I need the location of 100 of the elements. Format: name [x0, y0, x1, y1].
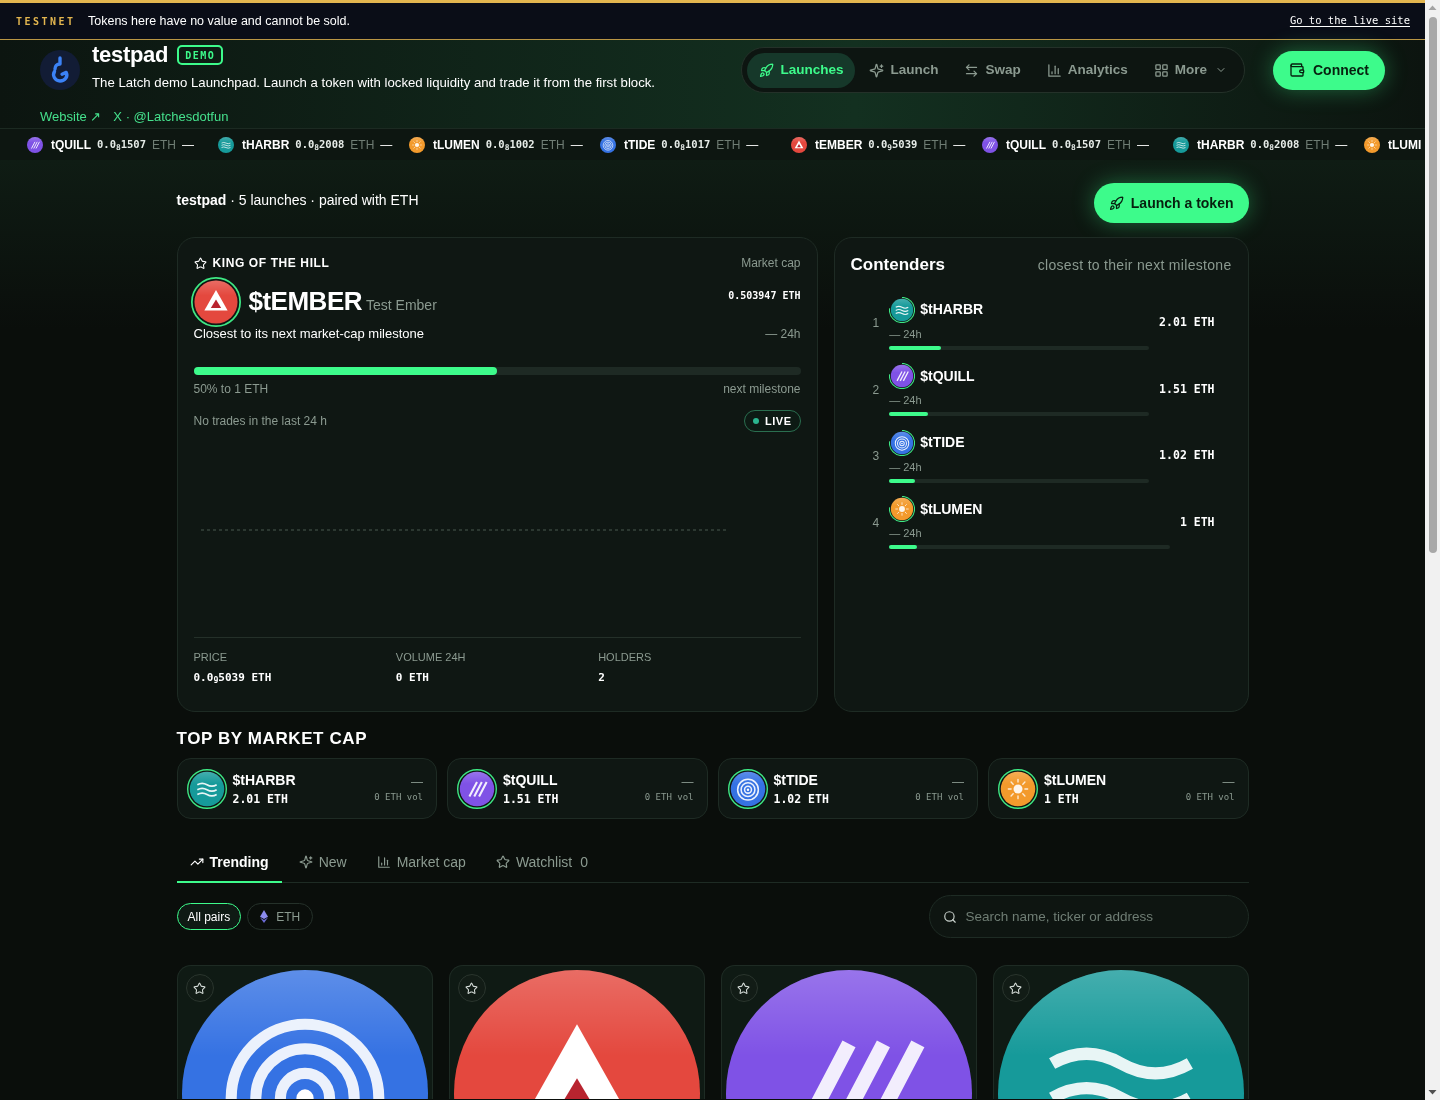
top-token-card[interactable]: $tQUILL 1.51 ETH — 0 ETH vol: [447, 758, 708, 819]
star-icon: [193, 981, 206, 995]
token-ticker: $tQUILL: [503, 771, 558, 789]
token-price: 0.0$_{8}$1002: [485, 136, 535, 153]
stripes-token-icon: [457, 768, 497, 809]
launch-token-button[interactable]: Launch a token: [1093, 183, 1249, 223]
token-ticker: $tHARBR: [232, 771, 296, 789]
status-dot-icon: [753, 418, 760, 424]
price-change: —: [746, 136, 759, 154]
stat-label: PRICE: [193, 650, 228, 664]
stat-value: 0 ETH: [395, 671, 429, 685]
price-change: — 24h: [889, 327, 922, 340]
sun-token-icon: [998, 768, 1038, 809]
star-icon: [1009, 981, 1022, 995]
x-profile-link[interactable]: X · @Latchesdotfun: [113, 110, 229, 124]
token-price: 0.0$_{8}$1507: [97, 136, 146, 153]
search-field[interactable]: Search name, ticker or address: [928, 895, 1249, 938]
top-token-card[interactable]: $tTIDE 1.02 ETH — 0 ETH vol: [717, 758, 978, 819]
rank-number: 2: [872, 381, 880, 399]
section-heading: KING OF THE HILL: [212, 255, 330, 272]
launches-tab[interactable]: Launches: [747, 52, 856, 88]
ticker-symbol[interactable]: tHARBR: [242, 135, 290, 154]
demo-badge: DEMO: [177, 45, 224, 65]
volume-label: 0 ETH vol: [1185, 790, 1235, 803]
ticker-symbol[interactable]: tLUMI: [1388, 135, 1422, 154]
rank-number: 3: [872, 448, 880, 465]
ethereum-icon: [260, 910, 269, 923]
website-link[interactable]: Website ↗: [40, 110, 102, 124]
rings-token-icon: [600, 136, 616, 153]
ticker-symbol[interactable]: tLUMEN: [433, 135, 480, 154]
search-icon: [942, 909, 957, 924]
price-unit: ETH: [1305, 136, 1330, 154]
price-unit: ETH: [1107, 136, 1131, 154]
watchlist-star-button[interactable]: [185, 974, 214, 1002]
top-token-card[interactable]: $tHARBR 2.01 ETH — 0 ETH vol: [176, 758, 437, 819]
rings-token-icon: [889, 429, 916, 456]
token-ticker: $tTIDE: [773, 771, 818, 789]
price-change: —: [953, 136, 966, 154]
stat-value: 2: [598, 671, 605, 685]
status-label: LIVE: [765, 413, 792, 429]
volume-label: 0 ETH vol: [644, 790, 694, 803]
market-cap-label: Market cap: [741, 255, 801, 272]
token-ticker: $tHARBR: [920, 300, 984, 319]
watchlist-star-button[interactable]: [457, 974, 486, 1002]
watchlist-star-button[interactable]: [729, 974, 758, 1002]
watchlist-tab[interactable]: Watchlist 0: [482, 843, 601, 883]
wallet-icon: [1289, 62, 1305, 78]
bar-chart-icon: [1046, 62, 1062, 78]
scrollbar[interactable]: [1425, 0, 1440, 1100]
ticker-symbol[interactable]: tHARBR: [1197, 135, 1245, 154]
king-of-the-hill-card[interactable]: [176, 237, 818, 712]
ticker-symbol[interactable]: tQUILL: [51, 135, 91, 154]
progress-label: 50% to 1 ETH: [193, 381, 269, 398]
ticker-symbol[interactable]: tTIDE: [624, 135, 656, 154]
top-token-card[interactable]: $tLUMEN 1 ETH — 0 ETH vol: [988, 758, 1249, 819]
stripes-token-icon: [889, 363, 916, 389]
site-description: The Latch demo Launchpad. Launch a token with locked liquidity and trade it from the first block.: [92, 76, 655, 90]
market-cap-value: 1 ETH: [1044, 792, 1079, 806]
stat-label: HOLDERS: [598, 650, 652, 664]
watchlist-star-button[interactable]: [1001, 974, 1030, 1002]
pair-filter-chip[interactable]: All pairs: [176, 903, 242, 930]
swap-arrows-icon: [964, 62, 980, 78]
ticker-symbol[interactable]: tQUILL: [1006, 135, 1046, 154]
sparkle-icon: [298, 855, 313, 869]
scrollbar-thumb[interactable]: [1428, 17, 1437, 553]
token-ticker: $tLUMEN: [920, 499, 983, 519]
milestone-label: next milestone: [723, 381, 801, 398]
rocket-icon: [1108, 195, 1124, 211]
market-cap-tab[interactable]: Market cap: [363, 843, 479, 883]
price-change: —: [952, 774, 964, 789]
token-ticker: $tLUMEN: [1044, 771, 1107, 789]
swap-tab[interactable]: Swap: [952, 52, 1033, 88]
market-cap-value: 0.503947 ETH: [728, 289, 801, 303]
volume-label: 0 ETH vol: [374, 790, 423, 803]
sparkle-icon: [869, 62, 885, 78]
trending-tab[interactable]: Trending: [176, 843, 282, 883]
launch-tab[interactable]: Launch: [857, 52, 951, 88]
price-unit: ETH: [152, 136, 176, 154]
star-icon: [465, 981, 478, 995]
token-price: 0.0$_{8}$2008: [1250, 136, 1300, 153]
live-site-link[interactable]: Go to the live site: [1289, 13, 1410, 29]
star-icon: [193, 256, 207, 270]
trades-note: No trades in the last 24 h: [193, 413, 327, 430]
token-ticker: $tQUILL: [920, 366, 975, 386]
price-change: —: [1137, 136, 1149, 154]
price-change: — 24h: [889, 460, 922, 473]
new-tab[interactable]: New: [285, 843, 360, 883]
bar-chart-icon: [376, 855, 391, 869]
analytics-tab[interactable]: Analytics: [1034, 52, 1140, 88]
launch-summary: testpad · 5 launches · paired with ETH: [176, 192, 419, 208]
connect-button[interactable]: Connect: [1273, 50, 1385, 90]
price-change: —: [1222, 774, 1235, 789]
banner-message: Tokens here have no value and cannot be sold.: [88, 12, 350, 30]
testnet-label: TESTNET: [16, 14, 77, 29]
sun-token-icon: [1364, 136, 1380, 153]
more-menu-button[interactable]: More: [1141, 52, 1239, 88]
price-unit: ETH: [923, 136, 948, 154]
ticker-symbol[interactable]: tEMBER: [815, 135, 863, 154]
market-cap-value: 2.01 ETH: [1159, 314, 1215, 332]
hook-logo[interactable]: [40, 50, 80, 90]
